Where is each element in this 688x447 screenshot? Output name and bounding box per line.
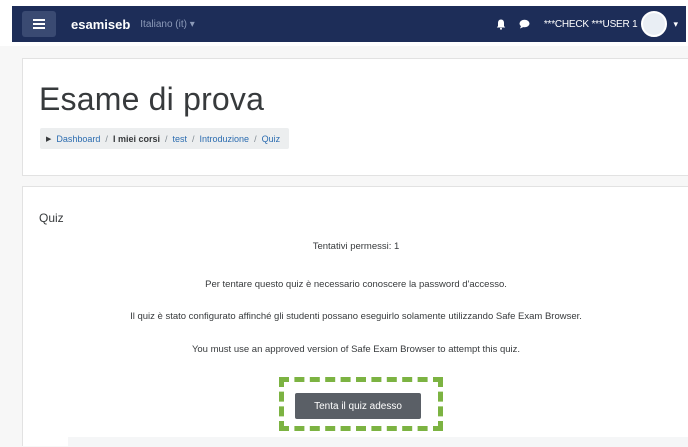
avatar[interactable] bbox=[641, 11, 668, 37]
password-notice: Per tentare questo quiz è necessario con… bbox=[205, 279, 507, 290]
breadcrumb-quiz[interactable]: Quiz bbox=[262, 134, 281, 144]
bell-icon[interactable] bbox=[494, 17, 508, 31]
navbar-bar: esamiseb Italiano (it) ▾ ***CHECK ***USE… bbox=[12, 6, 686, 42]
page-title: Esame di prova bbox=[39, 81, 265, 117]
top-navbar: esamiseb Italiano (it) ▾ ***CHECK ***USE… bbox=[0, 0, 688, 46]
hamburger-icon[interactable] bbox=[22, 11, 56, 37]
breadcrumb: ▶ Dashboard / I miei corsi / test / Intr… bbox=[40, 128, 290, 149]
chat-bubble-icon[interactable] bbox=[518, 17, 532, 31]
language-selector[interactable]: Italiano (it) ▾ bbox=[140, 19, 194, 30]
user-name[interactable]: ***CHECK ***USER 1 bbox=[544, 19, 638, 30]
breadcrumb-my-courses: I miei corsi bbox=[112, 133, 160, 144]
breadcrumb-dashboard[interactable]: Dashboard bbox=[56, 134, 100, 144]
quiz-card: Quiz Tentativi permessi: 1 Per tentare q… bbox=[22, 186, 688, 447]
breadcrumb-separator: / bbox=[164, 133, 168, 144]
site-brand[interactable]: esamiseb bbox=[71, 17, 130, 32]
chevron-down-icon[interactable]: ▾ bbox=[673, 19, 678, 30]
breadcrumb-introduzione[interactable]: Introduzione bbox=[200, 134, 250, 144]
quiz-heading: Quiz bbox=[39, 211, 64, 225]
start-quiz-button[interactable]: Tenta il quiz adesso bbox=[295, 393, 421, 419]
breadcrumb-separator: / bbox=[105, 133, 108, 144]
seb-notice: Il quiz è stato configurato affinché gli… bbox=[130, 311, 582, 322]
page-header: Esame di prova ▶ Dashboard / I miei cors… bbox=[22, 58, 688, 176]
seb-version-notice: You must use an approved version of Safe… bbox=[191, 344, 521, 355]
breadcrumb-test[interactable]: test bbox=[172, 134, 187, 144]
triangle-right-icon: ▶ bbox=[46, 135, 52, 143]
attempts-allowed: Tentativi permessi: 1 bbox=[312, 241, 400, 252]
breadcrumb-separator: / bbox=[254, 133, 257, 144]
breadcrumb-separator: / bbox=[192, 133, 195, 144]
